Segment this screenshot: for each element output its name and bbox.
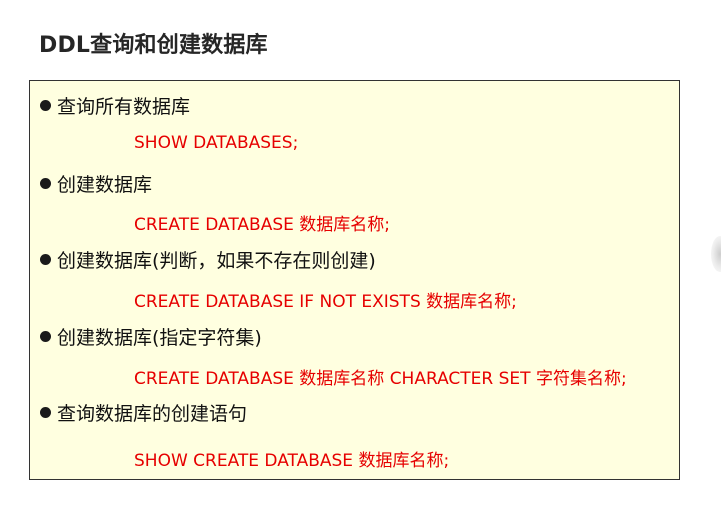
list-item-create-if-not-exists: 创建数据库(判断，如果不存在则创建) xyxy=(40,246,376,272)
bullet-icon xyxy=(40,406,51,418)
item-label: 查询数据库的创建语句 xyxy=(57,402,248,425)
bullet-icon xyxy=(40,177,51,189)
item-label: 创建数据库 xyxy=(57,173,153,196)
list-item-create-database: 创建数据库 xyxy=(40,170,152,196)
bullet-icon xyxy=(40,253,51,265)
list-item-create-with-charset: 创建数据库(指定字符集) xyxy=(40,323,262,349)
item-label: 查询所有数据库 xyxy=(57,95,191,118)
content-box: 查询所有数据库 SHOW DATABASES; 创建数据库 CREATE DAT… xyxy=(29,80,680,480)
item-label: 创建数据库(判断，如果不存在则创建) xyxy=(57,249,376,272)
page-title: DDL查询和创建数据库 xyxy=(39,33,268,58)
command-text: CREATE DATABASE 数据库名称 CHARACTER SET 字符集名… xyxy=(134,369,627,389)
command-text: CREATE DATABASE 数据库名称; xyxy=(134,215,391,235)
item-label: 创建数据库(指定字符集) xyxy=(57,326,262,349)
command-text: SHOW DATABASES; xyxy=(134,133,299,153)
bullet-icon xyxy=(40,99,51,111)
list-item-show-databases: 查询所有数据库 xyxy=(40,92,190,118)
list-item-show-create-database: 查询数据库的创建语句 xyxy=(40,399,247,425)
command-text: SHOW CREATE DATABASE 数据库名称; xyxy=(134,451,450,471)
command-text: CREATE DATABASE IF NOT EXISTS 数据库名称; xyxy=(134,292,517,312)
edge-shadow xyxy=(711,236,721,272)
bullet-icon xyxy=(40,330,51,342)
